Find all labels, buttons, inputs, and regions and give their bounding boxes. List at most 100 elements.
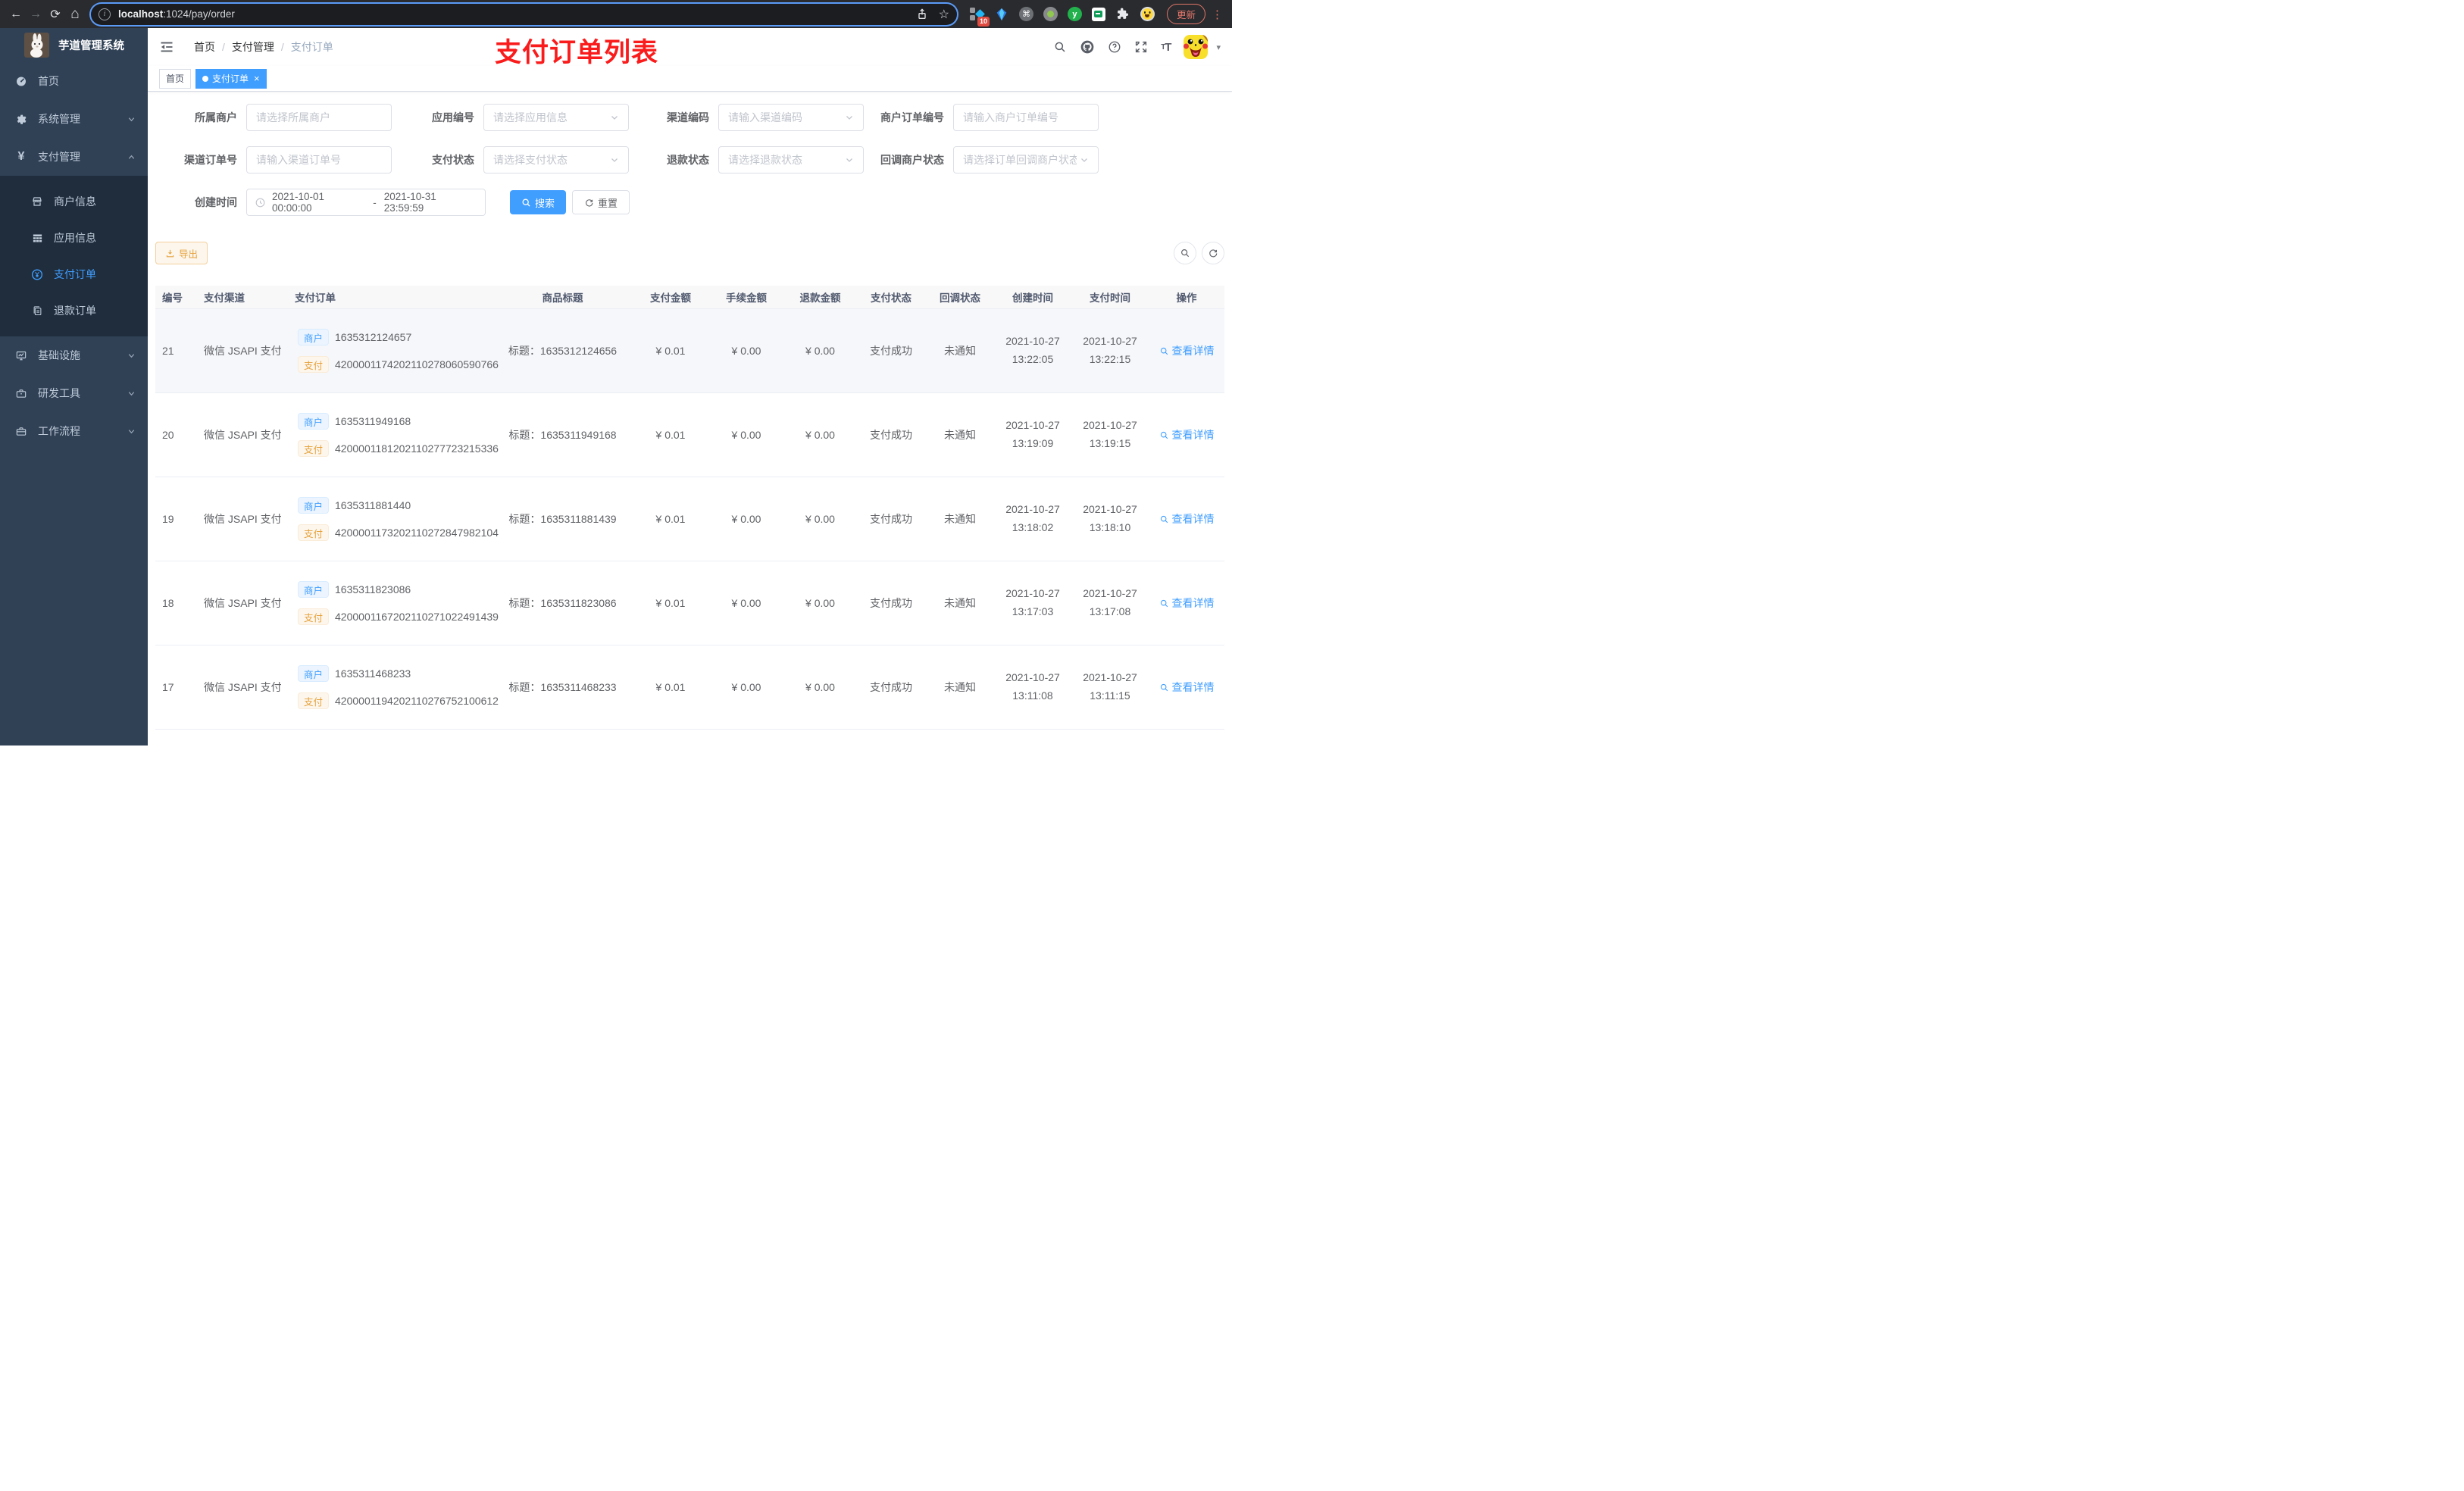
sidebar-item-label: 基础设施 xyxy=(38,349,80,361)
bookmark-star-icon[interactable]: ☆ xyxy=(939,7,949,22)
created-date: 2021-10-27 xyxy=(1005,419,1060,432)
channel-order-no-input[interactable] xyxy=(256,154,382,166)
sidebar-item-payment[interactable]: ¥ 支付管理 xyxy=(0,138,148,176)
paid-time: 13:11:15 xyxy=(1090,689,1130,702)
avatar-caret-icon[interactable]: ▾ xyxy=(1216,42,1221,52)
notify-status-select[interactable] xyxy=(963,154,1077,166)
cell-notify: 未通知 xyxy=(944,681,976,693)
cell-refund: ¥ 0.00 xyxy=(805,597,835,609)
view-detail-link[interactable]: 查看详情 xyxy=(1159,595,1215,611)
view-detail-label: 查看详情 xyxy=(1171,513,1215,525)
extension-blocks-icon[interactable]: 10 xyxy=(969,7,990,27)
cell-status: 支付成功 xyxy=(870,429,912,441)
extensions-puzzle-icon[interactable] xyxy=(1115,7,1130,22)
cell-actions: 查看详情 xyxy=(1149,595,1224,611)
cell-actions: 查看详情 xyxy=(1149,680,1224,695)
view-detail-link[interactable]: 查看详情 xyxy=(1159,427,1215,442)
address-bar[interactable]: i localhost:1024/pay/order ☆ xyxy=(91,3,957,25)
cell-actions: 查看详情 xyxy=(1149,343,1224,358)
extension-gem-icon[interactable] xyxy=(994,7,1009,22)
profile-avatar-icon[interactable] xyxy=(1140,7,1155,21)
merchant-order-no-input[interactable] xyxy=(963,111,1089,123)
view-detail-link[interactable]: 查看详情 xyxy=(1159,343,1215,358)
extension-y-icon[interactable]: y xyxy=(1067,7,1082,21)
sidebar-item-infrastructure[interactable]: 基础设施 xyxy=(0,336,148,374)
pay-status-select[interactable] xyxy=(493,154,607,166)
browser-home-icon[interactable]: ⌂ xyxy=(65,5,85,24)
cell-created: 2021-10-27 13:18:02 xyxy=(994,501,1071,537)
help-icon[interactable] xyxy=(1108,40,1121,54)
created-time: 13:17:03 xyxy=(1012,605,1054,617)
app-select[interactable] xyxy=(493,111,607,123)
cell-created: 2021-10-27 13:19:09 xyxy=(994,417,1071,453)
date-range-picker[interactable]: 2021-10-01 00:00:00 - 2021-10-31 23:59:5… xyxy=(246,189,486,216)
fullscreen-icon[interactable] xyxy=(1134,40,1148,54)
share-icon[interactable] xyxy=(916,8,928,20)
font-size-icon[interactable]: TT xyxy=(1161,41,1171,54)
col-paid: 支付时间 xyxy=(1090,292,1130,304)
tag-home[interactable]: 首页 xyxy=(159,68,192,89)
user-avatar[interactable] xyxy=(1184,35,1209,59)
sidebar-item-label: 研发工具 xyxy=(38,387,80,399)
browser-reload-icon[interactable]: ⟳ xyxy=(45,5,65,24)
channel-code-select[interactable] xyxy=(728,111,842,123)
browser-back-icon[interactable]: ← xyxy=(6,5,26,24)
table-row: 17 微信 JSAPI 支付 商户 1635311468233 支付 4200001… xyxy=(155,645,1224,730)
breadcrumb-home[interactable]: 首页 xyxy=(194,39,215,55)
site-info-icon[interactable]: i xyxy=(98,8,111,20)
cell-notify: 未通知 xyxy=(944,429,976,441)
cell-actions: 查看详情 xyxy=(1149,427,1224,442)
date-start: 2021-10-01 00:00:00 xyxy=(272,191,325,214)
view-detail-link[interactable]: 查看详情 xyxy=(1159,511,1215,527)
toggle-search-button[interactable] xyxy=(1174,242,1196,264)
merchant-input[interactable] xyxy=(256,111,382,123)
sidebar-item-refund-order[interactable]: 退款订单 xyxy=(0,292,148,329)
chevron-up-icon xyxy=(127,153,136,161)
sidebar-fold-icon[interactable] xyxy=(159,39,174,55)
sidebar-item-home[interactable]: 首页 xyxy=(0,62,148,100)
cell-refund: ¥ 0.00 xyxy=(805,513,835,525)
search-button[interactable]: 搜索 xyxy=(510,190,567,214)
sidebar: 芋道管理系统 首页 系统管理 ¥ 支付管理 商户信息 应用信息 支付订单 退款订… xyxy=(0,28,148,746)
github-icon[interactable] xyxy=(1080,39,1095,55)
sidebar-item-merchant-info[interactable]: 商户信息 xyxy=(0,183,148,220)
table-row: 18 微信 JSAPI 支付 商户 1635311823086 支付 4200001… xyxy=(155,561,1224,645)
sidebar-item-dev-tools[interactable]: 研发工具 xyxy=(0,374,148,412)
breadcrumb-current: 支付订单 xyxy=(290,41,333,53)
view-detail-label: 查看详情 xyxy=(1171,345,1215,357)
extension-command-icon[interactable]: ⌘ xyxy=(1018,7,1033,21)
search-icon[interactable] xyxy=(1053,40,1067,54)
browser-menu-icon[interactable]: ⋮ xyxy=(1212,8,1223,21)
tag-label: 支付订单 xyxy=(212,73,249,84)
sidebar-item-system[interactable]: 系统管理 xyxy=(0,100,148,138)
cell-channel: 微信 JSAPI 支付 xyxy=(204,429,282,441)
paid-time: 13:22:15 xyxy=(1089,353,1131,365)
chevron-down-icon xyxy=(127,427,136,436)
extension-chat-icon[interactable] xyxy=(1091,7,1105,21)
sidebar-item-pay-order[interactable]: 支付订单 xyxy=(0,256,148,292)
view-detail-link[interactable]: 查看详情 xyxy=(1159,680,1215,695)
refresh-button[interactable] xyxy=(1202,242,1224,264)
chrome-update-button[interactable]: 更新 xyxy=(1166,4,1205,24)
sidebar-item-app-info[interactable]: 应用信息 xyxy=(0,220,148,256)
search-form: 所属商户 应用编号 渠道编码 商户订单编号 xyxy=(155,104,1224,228)
cell-fee: ¥ 0.00 xyxy=(731,597,761,609)
paid-date: 2021-10-27 xyxy=(1083,335,1137,348)
extension-dot-icon[interactable] xyxy=(1043,7,1058,21)
tag-close-icon[interactable]: × xyxy=(254,73,260,83)
tag-pay-order[interactable]: 支付订单 × xyxy=(195,68,267,89)
refund-status-select[interactable] xyxy=(728,154,842,166)
form-item-merchant-order-no: 商户订单编号 xyxy=(862,104,1099,131)
merchant-order-no: 1635311881440 xyxy=(335,499,411,511)
merchant-tag: 商户 xyxy=(298,413,330,430)
breadcrumb-section[interactable]: 支付管理 xyxy=(232,39,274,55)
cell-notify: 未通知 xyxy=(944,597,976,609)
export-button[interactable]: 导出 xyxy=(155,242,208,264)
reset-button[interactable]: 重置 xyxy=(572,190,630,214)
sidebar-item-workflow[interactable]: 工作流程 xyxy=(0,412,148,450)
view-detail-label: 查看详情 xyxy=(1171,429,1215,441)
field-label: 回调商户状态 xyxy=(880,154,944,166)
field-label: 支付状态 xyxy=(432,154,474,166)
browser-forward-icon[interactable]: → xyxy=(26,5,45,24)
breadcrumb-separator: / xyxy=(222,41,225,53)
